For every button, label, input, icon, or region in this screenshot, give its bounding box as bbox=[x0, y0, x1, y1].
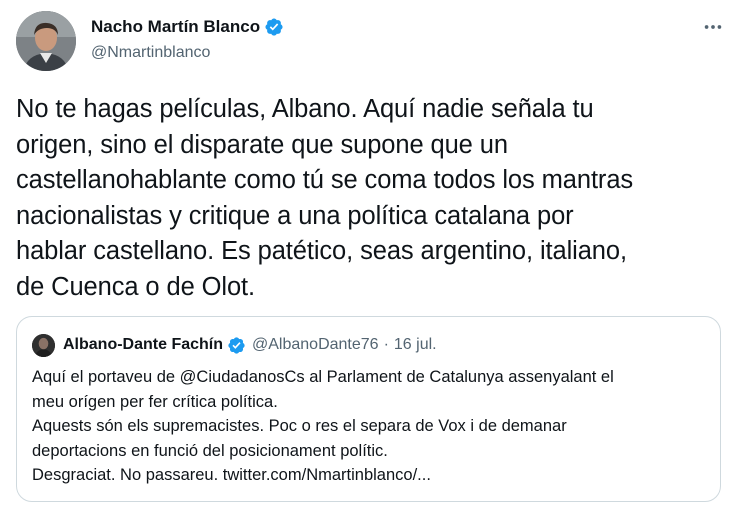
tweet: Nacho Martín Blanco @Nmartinblanco No te… bbox=[0, 0, 742, 513]
quoted-verified-badge-icon bbox=[227, 336, 246, 355]
quoted-avatar bbox=[32, 333, 55, 357]
quoted-separator: · bbox=[383, 336, 389, 353]
name-row: Nacho Martín Blanco bbox=[91, 16, 284, 38]
author-display-name[interactable]: Nacho Martín Blanco bbox=[91, 16, 260, 38]
author-handle[interactable]: @Nmartinblanco bbox=[91, 42, 284, 64]
quoted-author-display-name: Albano-Dante Fachín bbox=[63, 336, 224, 353]
avatar[interactable] bbox=[16, 11, 76, 71]
more-horizontal-icon bbox=[704, 25, 722, 29]
quoted-tweet-header: Albano-Dante Fachín @AlbanoDante76 · 16 … bbox=[32, 333, 437, 357]
tweet-text: No te hagas películas, Albano. Aquí nadi… bbox=[16, 95, 634, 301]
quoted-tweet[interactable]: Albano-Dante Fachín @AlbanoDante76 · 16 … bbox=[16, 316, 721, 502]
author-avatar-image bbox=[16, 11, 76, 71]
author-info: Nacho Martín Blanco @Nmartinblanco bbox=[91, 16, 284, 64]
quoted-author-handle: @AlbanoDante76 bbox=[252, 336, 379, 353]
quoted-tweet-text: Aquí el portaveu de @CiudadanosCs al Par… bbox=[32, 368, 614, 484]
quoted-date: 16 jul. bbox=[393, 336, 437, 353]
verified-badge-icon bbox=[264, 17, 284, 37]
more-options-button[interactable] bbox=[700, 14, 726, 40]
